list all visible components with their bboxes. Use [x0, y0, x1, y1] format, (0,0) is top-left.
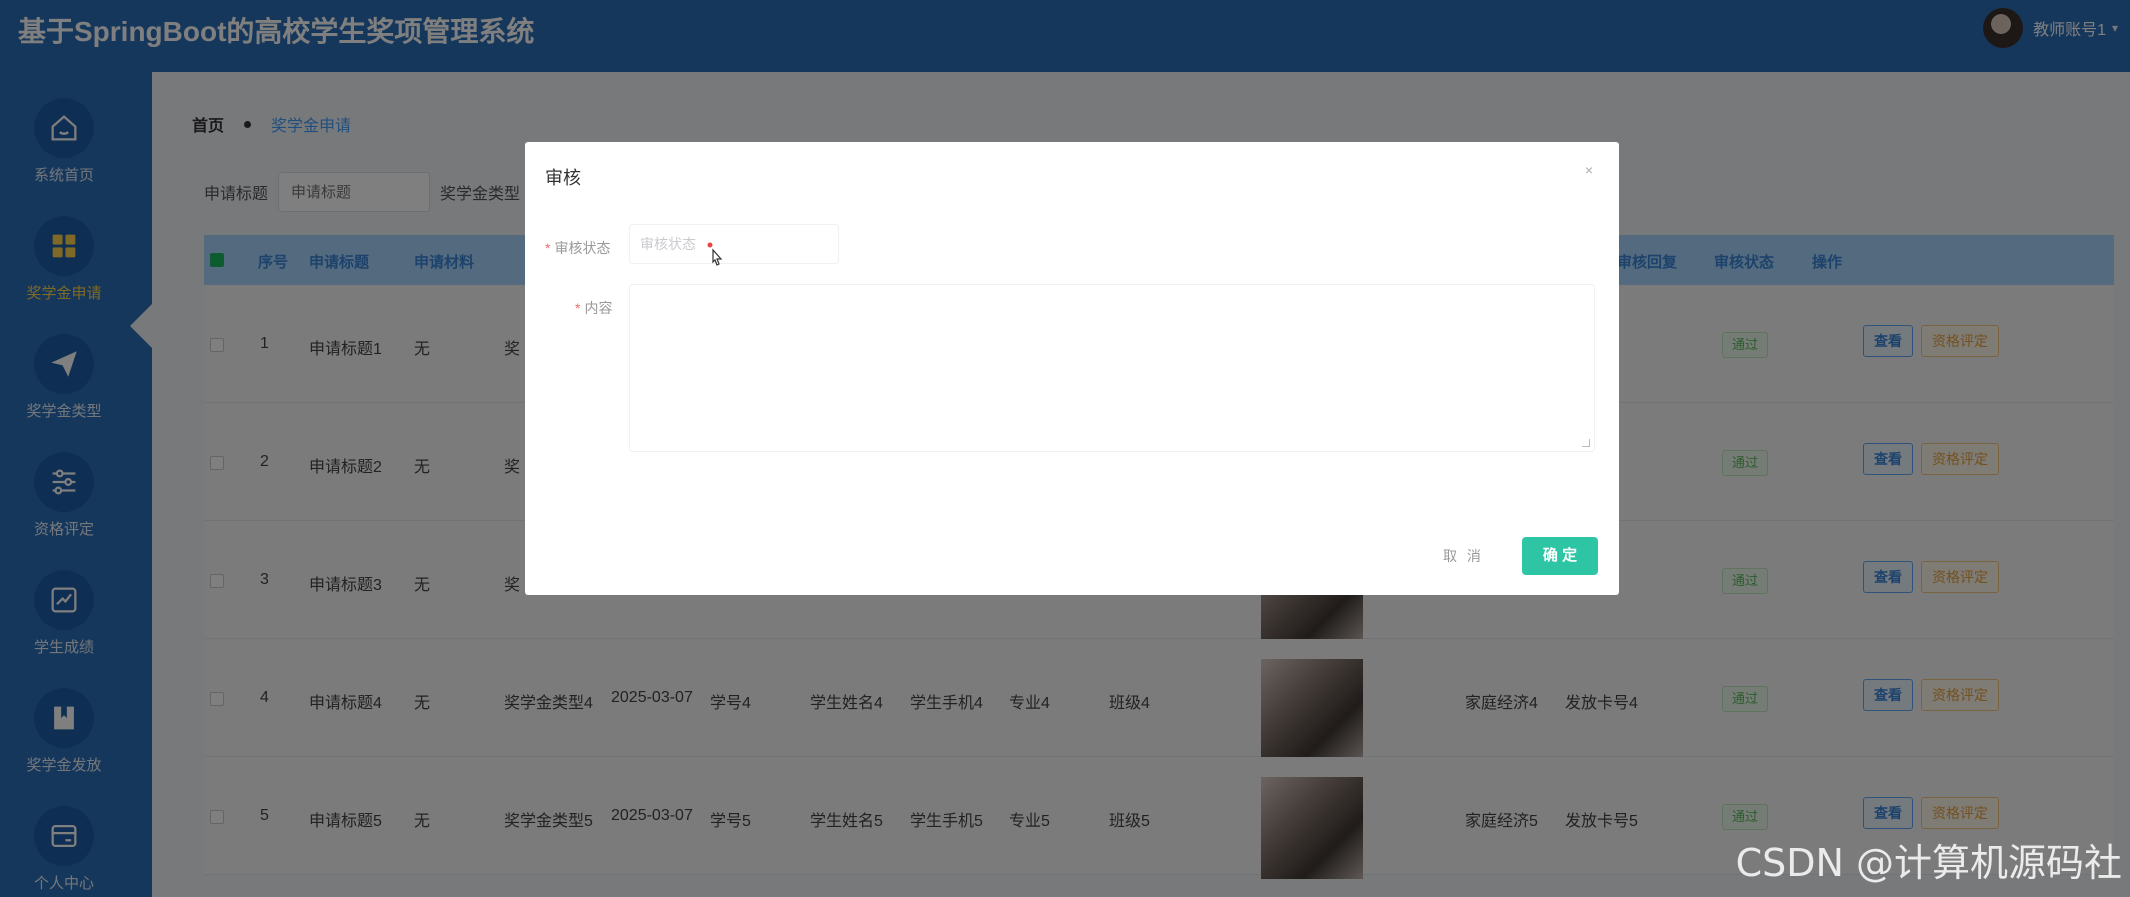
review-status-label: * 审核状态 [545, 240, 611, 256]
confirm-button[interactable]: 确 定 [1522, 537, 1598, 575]
cancel-button[interactable]: 取 消 [1443, 546, 1484, 566]
resize-handle-icon[interactable] [1582, 439, 1590, 447]
review-dialog: 审核 × * 审核状态 审核状态 * 内容 取 消 确 定 [525, 142, 1619, 595]
watermark: CSDN @计算机源码社 [1735, 841, 2122, 885]
close-icon[interactable]: × [1585, 162, 1593, 178]
content-textarea[interactable] [629, 284, 1595, 452]
content-label: * 内容 [575, 300, 613, 316]
dialog-title: 审核 [545, 168, 581, 188]
review-status-select[interactable]: 审核状态 [629, 224, 839, 264]
pointer-cursor-icon [707, 242, 723, 266]
required-asterisk: * [575, 300, 581, 316]
required-asterisk: * [545, 240, 551, 256]
